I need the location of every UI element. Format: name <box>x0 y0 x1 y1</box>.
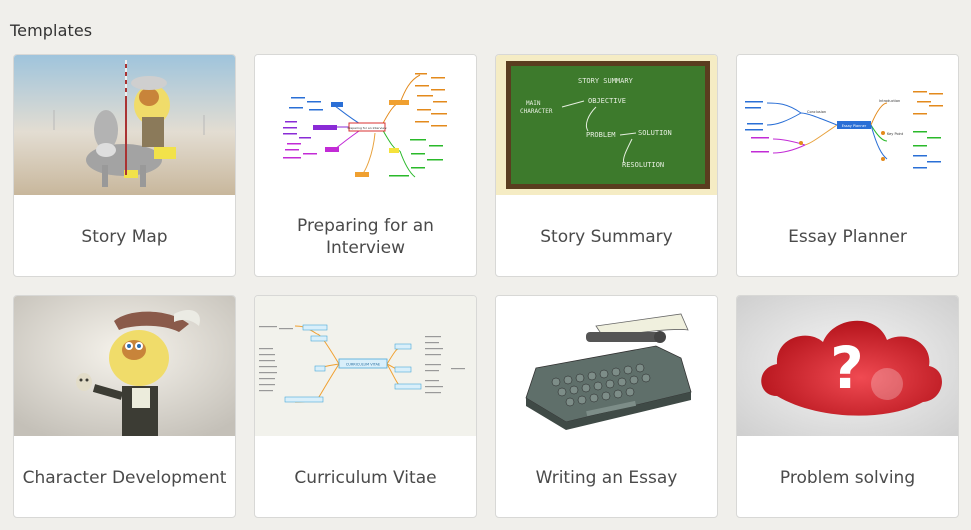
problem-solving-thumbnail: ? <box>737 296 958 436</box>
template-label: Problem solving <box>779 467 916 488</box>
essay-mindmap-conclusion: Conclusion <box>807 110 826 114</box>
story-map-thumbnail <box>14 55 235 195</box>
template-card-character-development[interactable]: Character Development <box>13 295 236 518</box>
chalk-solution: SOLUTION <box>638 129 672 137</box>
chalk-title: STORY SUMMARY <box>578 77 634 85</box>
chalk-main-character-line1: MAIN <box>526 100 541 107</box>
template-card-story-summary[interactable]: STORY SUMMARY MAIN CHARACTER OBJECTIVE P… <box>495 54 718 277</box>
essay-mindmap-thumbnail: Essay Planner Introduction Conclusion Ke… <box>737 55 958 195</box>
template-card-story-map[interactable]: Story Map <box>13 54 236 277</box>
template-label: Essay Planner <box>788 226 907 247</box>
template-label: Story Summary <box>540 226 673 247</box>
templates-page: Templates Story Map Preparing for an Int… <box>0 0 971 530</box>
template-label: Writing an Essay <box>535 467 678 488</box>
template-label: Story Map <box>81 226 168 247</box>
chalk-resolution: RESOLUTION <box>622 161 664 169</box>
template-card-essay-planner[interactable]: Essay Planner Introduction Conclusion Ke… <box>736 54 959 277</box>
chalk-problem: PROBLEM <box>586 131 616 139</box>
essay-mindmap-center: Essay Planner <box>842 124 867 128</box>
template-label: Curriculum Vitae <box>294 467 437 488</box>
template-label: Character Development <box>22 467 227 488</box>
template-label: Preparing for an Interview <box>297 215 434 258</box>
cv-mindmap-center: CURRICULUM VITAE <box>346 363 380 367</box>
essay-mindmap-intro: Introduction <box>879 99 900 103</box>
question-mark-icon: ? <box>830 334 864 402</box>
chalkboard-thumbnail: STORY SUMMARY MAIN CHARACTER OBJECTIVE P… <box>496 55 717 195</box>
template-card-curriculum-vitae[interactable]: CURRICULUM VITAE Curriculum Vitae <box>254 295 477 518</box>
templates-heading: Templates <box>10 21 93 40</box>
essay-mindmap-key-point: Key Point <box>887 132 904 136</box>
cv-mindmap-thumbnail: CURRICULUM VITAE <box>255 296 476 436</box>
template-card-writing-an-essay[interactable]: Writing an Essay <box>495 295 718 518</box>
interview-mindmap-center: Preparing for an Interview <box>347 126 387 130</box>
character-thumbnail <box>14 296 235 436</box>
chalk-main-character-line2: CHARACTER <box>520 108 553 115</box>
interview-mindmap-thumbnail: Preparing for an Interview <box>255 55 476 195</box>
template-card-preparing-for-an-interview[interactable]: Preparing for an Interview Preparing for… <box>254 54 477 277</box>
template-card-problem-solving[interactable]: ? Problem solving <box>736 295 959 518</box>
chalk-objective: OBJECTIVE <box>588 97 626 105</box>
typewriter-thumbnail <box>496 296 717 436</box>
